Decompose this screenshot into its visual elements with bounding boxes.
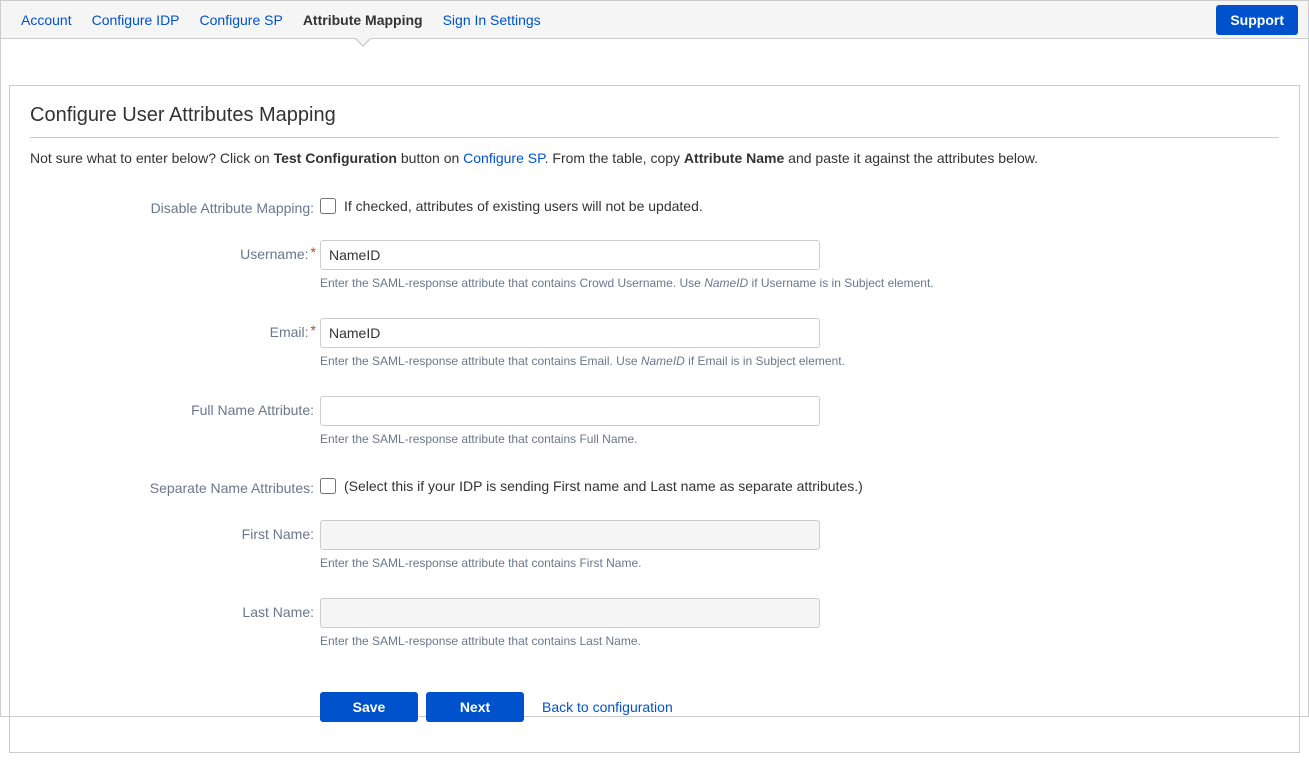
help-first-name: Enter the SAML-response attribute that c… [320,556,1279,570]
hint-text: Not sure what to enter below? Click on T… [30,150,1279,166]
hint-strong1: Test Configuration [274,150,397,166]
tab-configure-sp[interactable]: Configure SP [190,1,293,39]
label-email: Email:* [30,318,320,340]
username-input[interactable] [320,240,820,270]
label-separate-names: Separate Name Attributes: [30,474,320,496]
help-username: Enter the SAML-response attribute that c… [320,276,1279,290]
help-email: Enter the SAML-response attribute that c… [320,354,1279,368]
hint-strong2: Attribute Name [684,150,784,166]
separate-names-text: (Select this if your IDP is sending Firs… [344,478,863,494]
button-row: Save Next Back to configuration [320,692,1279,722]
next-button[interactable]: Next [426,692,524,722]
hint-part3: . From the table, copy [545,150,684,166]
separate-names-checkbox[interactable] [320,478,336,494]
first-name-input [320,520,820,550]
tab-bar: Account Configure IDP Configure SP Attri… [1,1,1308,39]
tab-sign-in-settings[interactable]: Sign In Settings [433,1,551,39]
hint-part1: Not sure what to enter below? Click on [30,150,274,166]
save-button[interactable]: Save [320,692,418,722]
hint-part4: and paste it against the attributes belo… [784,150,1038,166]
full-name-input[interactable] [320,396,820,426]
label-username: Username:* [30,240,320,262]
page-title: Configure User Attributes Mapping [30,104,1279,138]
hint-part2: button on [397,150,463,166]
page-container: Account Configure IDP Configure SP Attri… [0,0,1309,717]
tab-attribute-mapping[interactable]: Attribute Mapping [293,1,433,39]
disable-mapping-text: If checked, attributes of existing users… [344,198,703,214]
email-input[interactable] [320,318,820,348]
last-name-input [320,598,820,628]
content-wrap: Configure User Attributes Mapping Not su… [1,39,1308,761]
hint-link-configure-sp[interactable]: Configure SP [463,150,544,166]
help-full-name: Enter the SAML-response attribute that c… [320,432,1279,446]
label-last-name: Last Name: [30,598,320,620]
panel: Configure User Attributes Mapping Not su… [9,85,1300,753]
disable-mapping-checkbox[interactable] [320,198,336,214]
label-disable-mapping: Disable Attribute Mapping: [30,194,320,216]
label-full-name: Full Name Attribute: [30,396,320,418]
support-button[interactable]: Support [1216,5,1298,35]
label-first-name: First Name: [30,520,320,542]
tab-configure-idp[interactable]: Configure IDP [82,1,190,39]
tab-account[interactable]: Account [11,1,82,39]
back-link[interactable]: Back to configuration [542,699,673,715]
help-last-name: Enter the SAML-response attribute that c… [320,634,1279,648]
